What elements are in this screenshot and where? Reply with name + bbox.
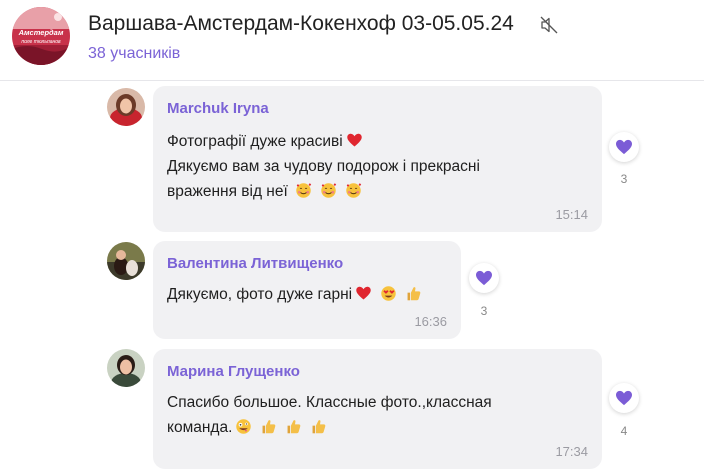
chat-header: Амстердам поле тюльпанов Варшава-Амстерд… (0, 0, 704, 81)
purple-heart-icon (616, 139, 632, 155)
message-author[interactable]: Марина Глущенко (167, 363, 300, 380)
message-line: Фотографії дуже красиві (167, 133, 343, 150)
message-line: Спасибо большое. Классные фото.,классная (167, 394, 492, 411)
avatar[interactable] (107, 88, 145, 126)
thumbs-up-icon (287, 420, 301, 434)
avatar-caption-1: Амстердам (18, 28, 64, 37)
smiling-face-with-hearts-icon (346, 183, 362, 198)
reaction-button[interactable] (469, 263, 499, 293)
smiling-face-with-hearts-icon (321, 183, 337, 198)
message-time: 16:36 (414, 314, 447, 329)
message-line: команда. (167, 419, 233, 436)
muted-speaker-icon (539, 15, 559, 35)
avatar[interactable] (107, 349, 145, 387)
avatar[interactable] (107, 242, 145, 280)
reaction-count: 3 (620, 172, 628, 186)
thumbs-up-icon (407, 287, 421, 301)
message-line: Дякуємо вам за чудову подорож і прекрасн… (167, 158, 480, 175)
smiling-face-with-hearts-icon (296, 183, 312, 198)
reaction-count: 4 (620, 424, 628, 438)
message-text: Дякуємо, фото дуже гарні (167, 282, 422, 307)
message-time: 15:14 (555, 207, 588, 222)
red-heart-icon (346, 133, 362, 147)
reaction-button[interactable] (609, 132, 639, 162)
avatar-caption-2: поле тюльпанов (21, 39, 61, 45)
reaction-button[interactable] (609, 383, 639, 413)
zany-face-icon (236, 419, 252, 434)
heart-eyes-icon (381, 286, 396, 301)
chat-title[interactable]: Варшава-Амстердам-Кокенхоф 03-05.05.24 (88, 12, 514, 36)
thumbs-up-icon (262, 420, 276, 434)
message-text: Фотографії дуже красиві Дякуємо вам за ч… (167, 129, 480, 204)
message-line: враження від неї (167, 183, 288, 200)
message-time: 17:34 (555, 444, 588, 459)
purple-heart-icon (616, 390, 632, 406)
message-bubble[interactable]: Marchuk Iryna Фотографії дуже красиві Дя… (153, 86, 602, 232)
thumbs-up-icon (312, 420, 326, 434)
message-text: Спасибо большое. Классные фото.,классная… (167, 390, 492, 440)
message-line: Дякуємо, фото дуже гарні (167, 286, 353, 303)
purple-heart-icon (476, 270, 492, 286)
reaction-count: 3 (480, 304, 488, 318)
message-bubble[interactable]: Марина Глущенко Спасибо большое. Классны… (153, 349, 602, 469)
message-bubble[interactable]: Валентина Литвищенко Дякуємо, фото дуже … (153, 241, 461, 339)
message-list[interactable]: Marchuk Iryna Фотографії дуже красиві Дя… (0, 81, 704, 476)
group-avatar[interactable]: Амстердам поле тюльпанов (12, 7, 70, 65)
red-heart-icon (356, 286, 371, 300)
message-author[interactable]: Marchuk Iryna (167, 100, 269, 117)
participants-count[interactable]: 38 учасників (88, 45, 180, 63)
message-author[interactable]: Валентина Литвищенко (167, 255, 343, 272)
